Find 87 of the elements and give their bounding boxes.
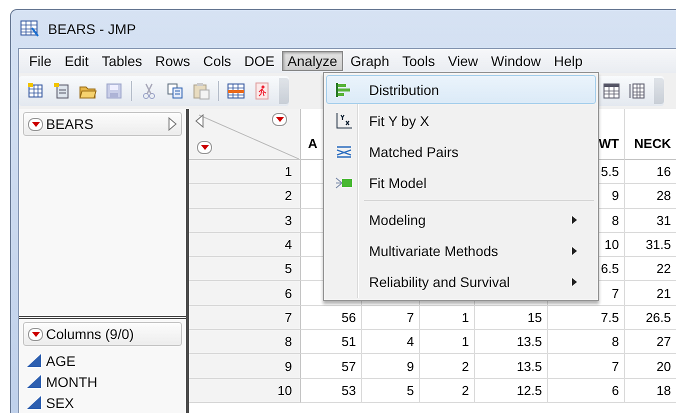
table-cell: 56: [301, 306, 362, 330]
bar-chart-icon: [335, 80, 353, 98]
dropdown-icon[interactable]: [272, 113, 287, 126]
table-cell: 20: [625, 354, 676, 379]
row-number[interactable]: 5: [189, 257, 301, 282]
table-panel-header[interactable]: BEARS: [23, 112, 182, 136]
panel-title: Columns (9/0): [46, 326, 135, 342]
menu-item[interactable]: Window: [485, 51, 547, 71]
row-number[interactable]: 6: [189, 281, 301, 306]
submenu-arrow-icon: [572, 246, 577, 254]
row-number[interactable]: 7: [189, 306, 301, 330]
grid-icon[interactable]: [628, 82, 646, 100]
toolbar-grip[interactable]: [279, 78, 289, 104]
menu-item[interactable]: DOE: [238, 51, 281, 71]
table-cell: 31: [625, 208, 676, 233]
row-number[interactable]: 2: [189, 184, 301, 209]
table-cell: 2: [420, 378, 475, 403]
toolbar-grip[interactable]: [654, 78, 664, 104]
clipboard-icon[interactable]: [192, 82, 210, 100]
menu-item[interactable]: Rows: [149, 51, 196, 71]
menu-item[interactable]: Cols: [197, 51, 238, 71]
table-cell: 53: [301, 378, 362, 403]
axes-icon: [335, 112, 353, 130]
table-cell: 18: [625, 378, 676, 403]
table-cell: 8: [548, 330, 625, 354]
menu-item[interactable]: Help: [548, 51, 589, 71]
table-cell: 27: [625, 330, 676, 354]
table-cell: 16: [625, 160, 676, 184]
column-name[interactable]: MONTH: [46, 374, 98, 390]
expand-icon[interactable]: [168, 117, 177, 131]
columns-panel-header[interactable]: Columns (9/0): [23, 322, 182, 346]
table-cell: 9: [362, 354, 420, 379]
table-cell: 6: [548, 378, 625, 403]
table-cell: 57: [301, 354, 362, 379]
table-cell: 12.5: [475, 378, 548, 403]
menu-item[interactable]: Distribution: [326, 75, 596, 104]
submenu-arrow-icon: [572, 216, 577, 224]
menu-item[interactable]: Fit Y by X: [326, 106, 596, 135]
column-name[interactable]: SEX: [46, 394, 74, 410]
submenu-arrow-icon: [572, 278, 577, 286]
row-number[interactable]: 9: [189, 354, 301, 379]
menu-item[interactable]: Graph: [344, 51, 396, 71]
running-figure-icon[interactable]: [253, 82, 271, 100]
dropdown-icon[interactable]: [28, 328, 43, 340]
table-cell: 7: [548, 354, 625, 379]
row-number[interactable]: 8: [189, 330, 301, 354]
table-cell: 2: [420, 354, 475, 379]
table-cell: 13.5: [475, 354, 548, 379]
collapse-icon[interactable]: [195, 114, 204, 128]
menu-item[interactable]: View: [442, 51, 484, 71]
menu-item[interactable]: Tools: [396, 51, 441, 71]
menu-item[interactable]: Tables: [96, 51, 148, 71]
table-cell: 13.5: [475, 330, 548, 354]
continuous-column-icon: [27, 375, 41, 388]
table-cell: 51: [301, 330, 362, 354]
continuous-column-icon: [27, 396, 41, 409]
window-title: BEARS - JMP: [48, 21, 136, 37]
column-name[interactable]: AGE: [46, 352, 76, 368]
menu-item[interactable]: File: [23, 51, 58, 71]
copy-icon[interactable]: [166, 82, 184, 100]
dropdown-icon[interactable]: [197, 141, 212, 154]
table-cell: 22: [625, 257, 676, 282]
table-cell: 7.5: [548, 306, 625, 330]
row-number[interactable]: 10: [189, 378, 301, 403]
row-number[interactable]: 4: [189, 232, 301, 258]
data-grid-icon[interactable]: [227, 82, 245, 100]
table-icon: [20, 20, 40, 38]
table-cell: 1: [420, 306, 475, 330]
column-table-icon[interactable]: [602, 82, 620, 100]
table-cell: 31.5: [625, 232, 676, 258]
table-cell: 15: [475, 306, 548, 330]
table-cell: 21: [625, 281, 676, 306]
table-cell: 5: [362, 378, 420, 403]
table-icon[interactable]: [27, 82, 45, 100]
menu-item[interactable]: Edit: [58, 51, 95, 71]
dropdown-icon[interactable]: [28, 118, 43, 130]
table-cell: 28: [625, 184, 676, 209]
continuous-column-icon: [27, 354, 41, 367]
panel-title: BEARS: [46, 116, 94, 132]
table-cell: 1: [420, 330, 475, 354]
table-cell: 7: [362, 306, 420, 330]
table-cell: 4: [362, 330, 420, 354]
row-number[interactable]: 3: [189, 208, 301, 233]
document-icon[interactable]: [53, 82, 71, 100]
menu-item[interactable]: Analyze: [282, 51, 344, 71]
row-number[interactable]: 1: [189, 160, 301, 184]
table-cell: 26.5: [625, 306, 676, 330]
